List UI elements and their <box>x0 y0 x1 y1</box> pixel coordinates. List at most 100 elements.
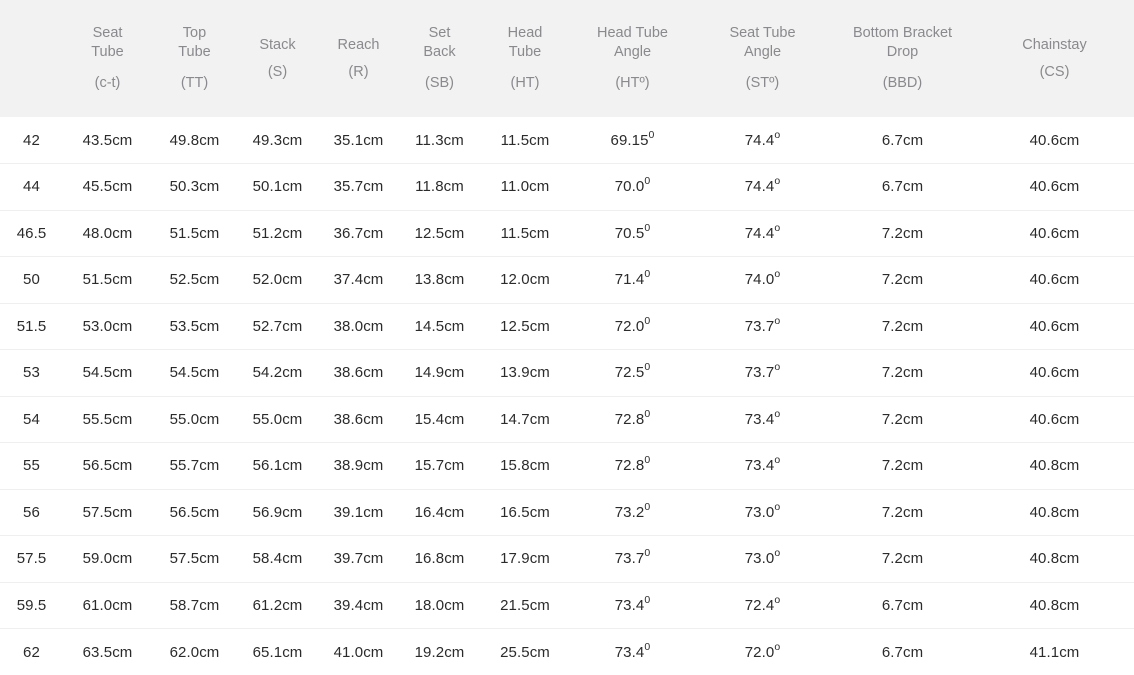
column-header-reach: Reach (R) <box>318 0 399 117</box>
cell-chainstay: 40.6cm <box>975 164 1134 211</box>
cell-chainstay: 41.1cm <box>975 629 1134 675</box>
cell-bottom-bracket-drop: 7.2cm <box>830 489 975 536</box>
column-header-abbr: (HT) <box>482 74 568 93</box>
cell-chainstay: 40.6cm <box>975 210 1134 257</box>
cell-head-tube-angle: 73.40 <box>570 629 695 675</box>
cell-chainstay: 40.6cm <box>975 350 1134 397</box>
cell-value: 70.0 <box>615 178 645 195</box>
cell-bottom-bracket-drop: 6.7cm <box>830 629 975 675</box>
cell-head-tube: 25.5cm <box>480 629 570 675</box>
cell-value: 74.4 <box>745 225 775 242</box>
cell-reach: 41.0cm <box>318 629 399 675</box>
degree-icon: o <box>774 501 780 513</box>
table-row: 5657.5cm56.5cm56.9cm39.1cm16.4cm16.5cm73… <box>0 489 1134 536</box>
cell-size: 54 <box>0 396 63 443</box>
cell-size: 53 <box>0 350 63 397</box>
cell-head-tube: 11.5cm <box>480 117 570 164</box>
cell-stack: 52.0cm <box>237 257 318 304</box>
column-header-seat-tube-angle: Seat Tube Angle(STº) <box>695 0 830 117</box>
column-header-abbr: (R) <box>320 63 397 82</box>
cell-stack: 65.1cm <box>237 629 318 675</box>
cell-chainstay: 40.8cm <box>975 443 1134 490</box>
degree-icon: 0 <box>644 222 650 234</box>
column-header-abbr: (CS) <box>977 63 1132 82</box>
degree-icon: 0 <box>649 129 655 141</box>
column-header-abbr: (STº) <box>697 74 828 93</box>
cell-reach: 36.7cm <box>318 210 399 257</box>
degree-icon: o <box>774 222 780 234</box>
cell-bottom-bracket-drop: 7.2cm <box>830 443 975 490</box>
cell-value: 73.7 <box>745 364 775 381</box>
degree-icon: o <box>774 315 780 327</box>
cell-reach: 39.7cm <box>318 536 399 583</box>
cell-seat-tube: 59.0cm <box>63 536 152 583</box>
cell-reach: 38.6cm <box>318 396 399 443</box>
cell-seat-tube: 57.5cm <box>63 489 152 536</box>
cell-top-tube: 62.0cm <box>152 629 237 675</box>
cell-set-back: 15.4cm <box>399 396 480 443</box>
column-header-set-back: Set Back(SB) <box>399 0 480 117</box>
cell-stack: 49.3cm <box>237 117 318 164</box>
table-row: 59.561.0cm58.7cm61.2cm39.4cm18.0cm21.5cm… <box>0 582 1134 629</box>
table-row: 6263.5cm62.0cm65.1cm41.0cm19.2cm25.5cm73… <box>0 629 1134 675</box>
table-row: 4243.5cm49.8cm49.3cm35.1cm11.3cm11.5cm69… <box>0 117 1134 164</box>
cell-stack: 61.2cm <box>237 582 318 629</box>
cell-head-tube: 14.7cm <box>480 396 570 443</box>
degree-icon: o <box>774 594 780 606</box>
column-header-label: Head Tube Angle <box>572 24 693 62</box>
table-row: 46.548.0cm51.5cm51.2cm36.7cm12.5cm11.5cm… <box>0 210 1134 257</box>
cell-stack: 50.1cm <box>237 164 318 211</box>
cell-value: 72.8 <box>615 411 645 428</box>
cell-top-tube: 53.5cm <box>152 303 237 350</box>
cell-set-back: 13.8cm <box>399 257 480 304</box>
cell-value: 71.4 <box>615 271 645 288</box>
degree-icon: o <box>774 175 780 187</box>
cell-set-back: 16.4cm <box>399 489 480 536</box>
degree-icon: o <box>774 454 780 466</box>
cell-bottom-bracket-drop: 7.2cm <box>830 303 975 350</box>
column-header-head-tube-angle: Head Tube Angle(HTº) <box>570 0 695 117</box>
cell-head-tube-angle: 72.80 <box>570 443 695 490</box>
cell-set-back: 16.8cm <box>399 536 480 583</box>
cell-seat-tube-angle: 73.0o <box>695 536 830 583</box>
degree-icon: o <box>774 268 780 280</box>
cell-top-tube: 51.5cm <box>152 210 237 257</box>
column-header-stack: Stack(S) <box>237 0 318 117</box>
cell-value: 73.4 <box>615 644 645 661</box>
cell-head-tube: 16.5cm <box>480 489 570 536</box>
cell-seat-tube-angle: 72.4o <box>695 582 830 629</box>
table-row: 4445.5cm50.3cm50.1cm35.7cm11.8cm11.0cm70… <box>0 164 1134 211</box>
cell-chainstay: 40.8cm <box>975 582 1134 629</box>
cell-bottom-bracket-drop: 7.2cm <box>830 396 975 443</box>
cell-bottom-bracket-drop: 7.2cm <box>830 536 975 583</box>
cell-size: 42 <box>0 117 63 164</box>
cell-set-back: 11.3cm <box>399 117 480 164</box>
cell-top-tube: 54.5cm <box>152 350 237 397</box>
cell-value: 74.4 <box>745 178 775 195</box>
degree-icon: o <box>774 361 780 373</box>
cell-size: 51.5 <box>0 303 63 350</box>
cell-set-back: 19.2cm <box>399 629 480 675</box>
cell-stack: 52.7cm <box>237 303 318 350</box>
cell-size: 55 <box>0 443 63 490</box>
cell-value: 74.0 <box>745 271 775 288</box>
degree-icon: 0 <box>644 547 650 559</box>
cell-reach: 37.4cm <box>318 257 399 304</box>
column-header-size <box>0 0 63 117</box>
column-header-label: Chainstay <box>977 36 1132 55</box>
degree-icon: 0 <box>644 268 650 280</box>
cell-set-back: 15.7cm <box>399 443 480 490</box>
cell-value: 72.5 <box>615 364 645 381</box>
table-row: 5455.5cm55.0cm55.0cm38.6cm15.4cm14.7cm72… <box>0 396 1134 443</box>
cell-chainstay: 40.6cm <box>975 396 1134 443</box>
cell-value: 72.0 <box>745 644 775 661</box>
cell-size: 57.5 <box>0 536 63 583</box>
cell-seat-tube-angle: 73.4o <box>695 443 830 490</box>
cell-seat-tube-angle: 74.4o <box>695 117 830 164</box>
column-header-label: Reach <box>320 36 397 55</box>
column-header-head-tube: Head Tube(HT) <box>480 0 570 117</box>
cell-reach: 35.1cm <box>318 117 399 164</box>
cell-chainstay: 40.8cm <box>975 489 1134 536</box>
cell-seat-tube-angle: 74.4o <box>695 210 830 257</box>
cell-size: 62 <box>0 629 63 675</box>
